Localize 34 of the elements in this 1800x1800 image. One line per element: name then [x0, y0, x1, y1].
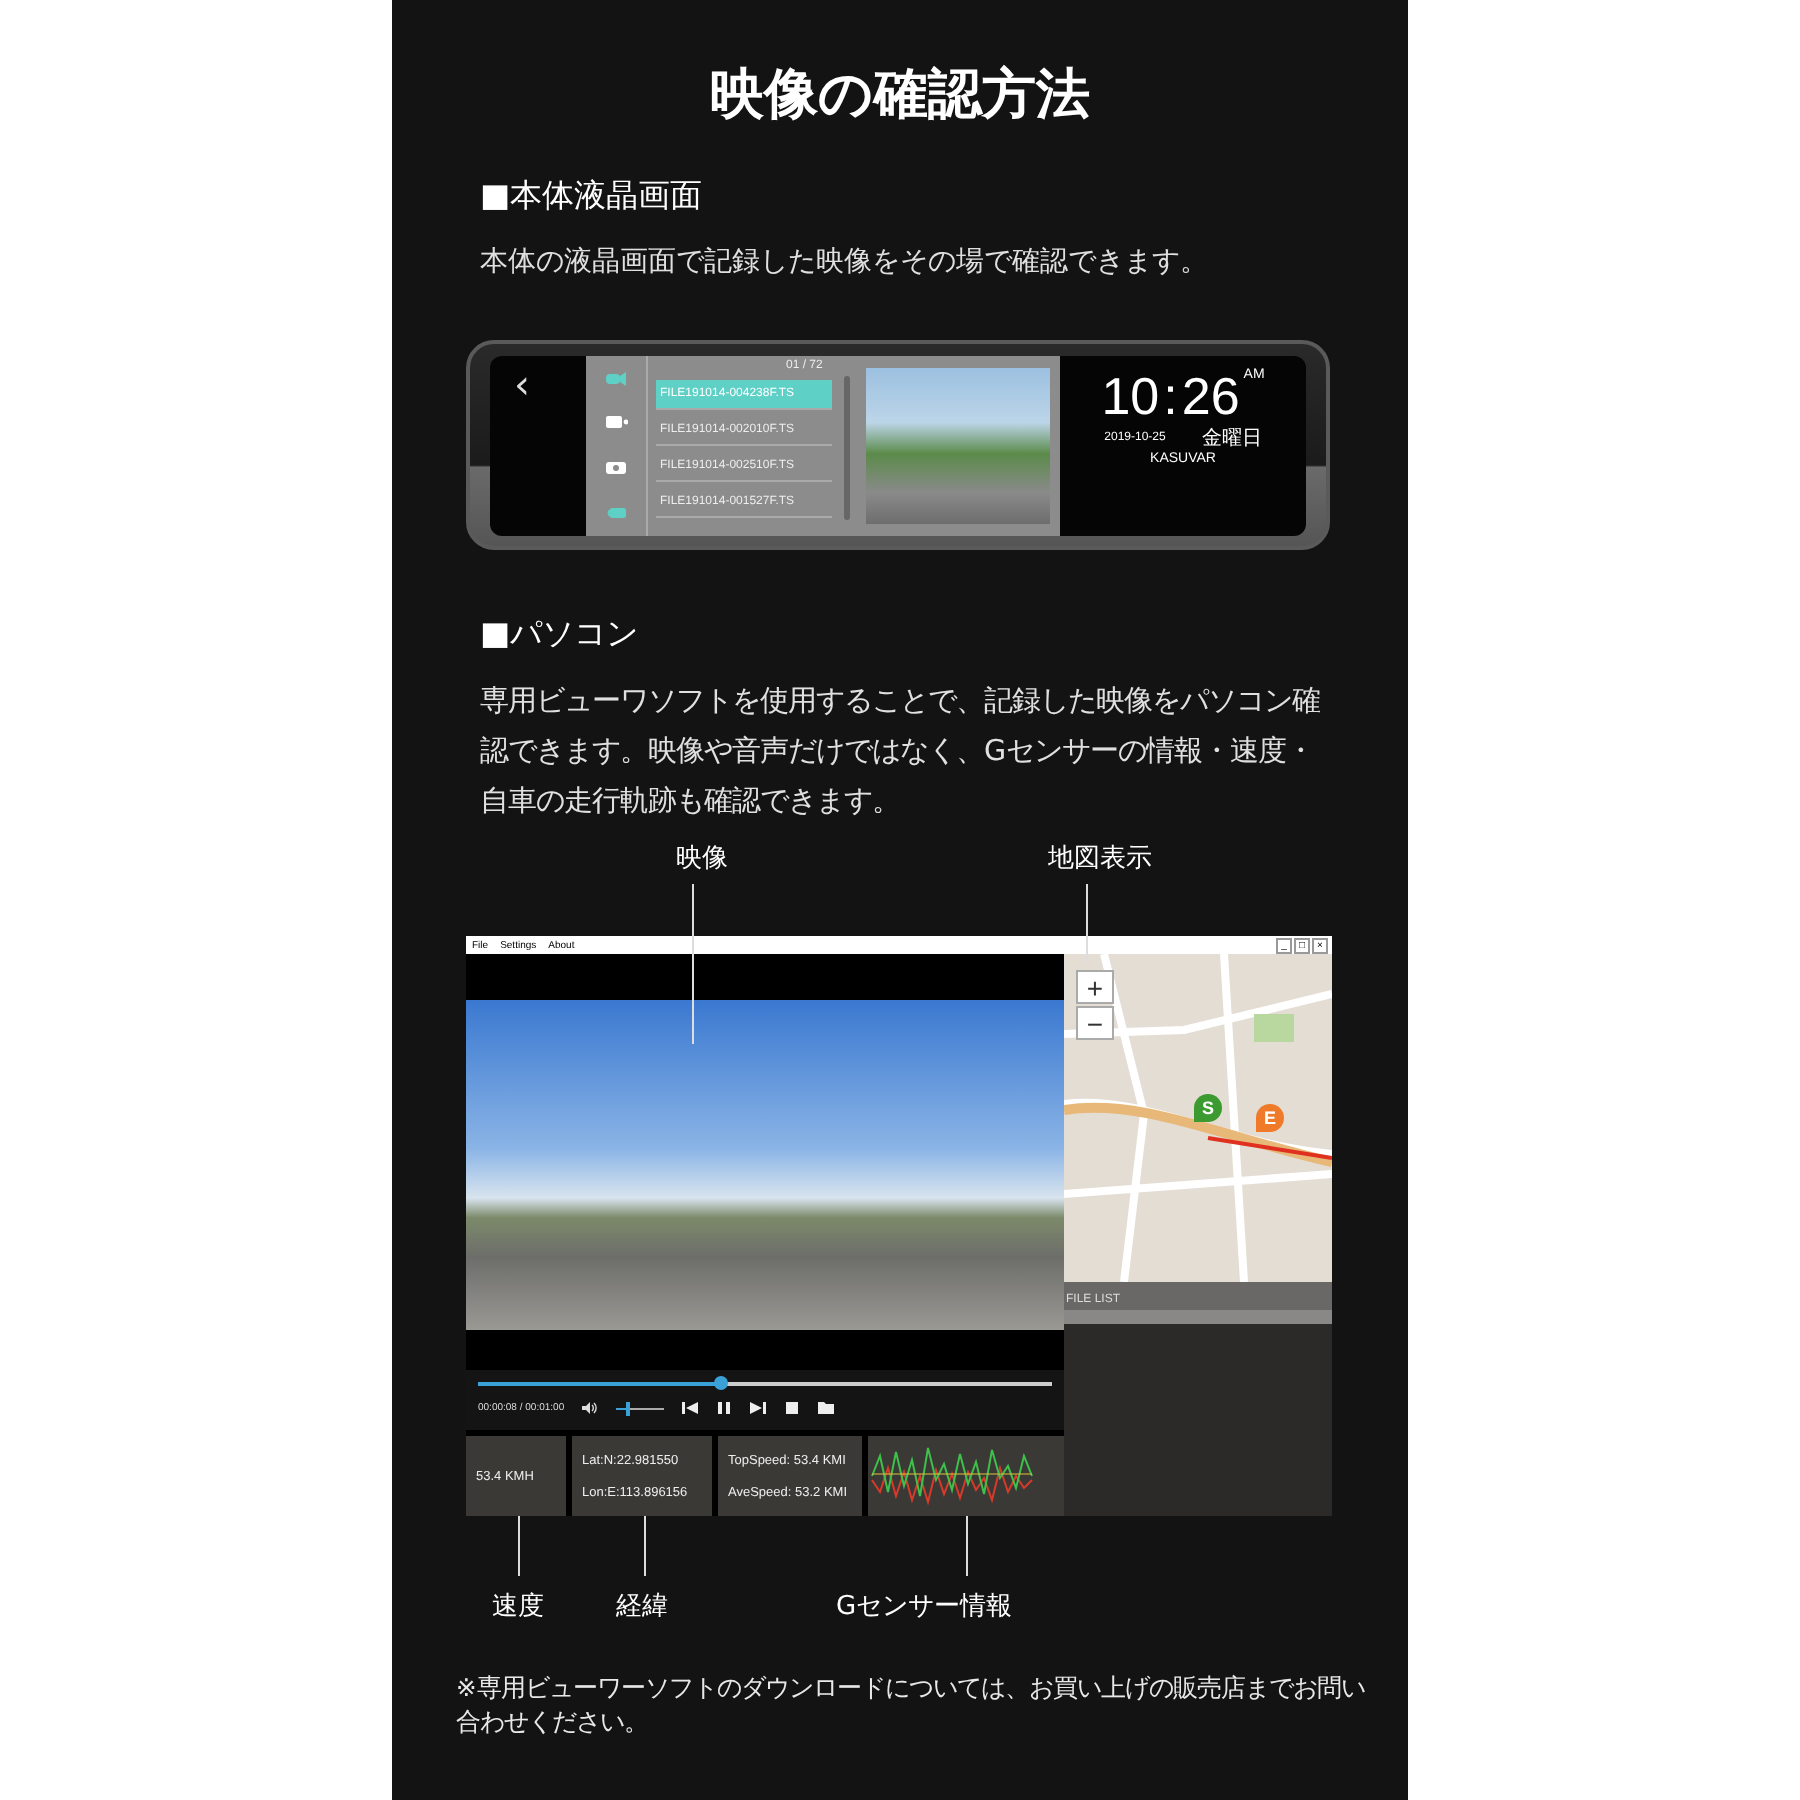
leader-line — [966, 1516, 968, 1576]
section-heading: ■本体液晶画面 — [480, 176, 703, 216]
seek-handle[interactable] — [713, 1376, 728, 1391]
section-text: 専用ビューワソフトを使用することで、記録した映像をパソコン確認できます。映像や音声だけではなく、Gセンサーの情報・速度・自車の走行軌跡も確認できます。 — [480, 684, 1322, 822]
leader-line — [518, 1516, 520, 1576]
back-button[interactable]: ‹ — [490, 355, 586, 535]
callout-label: Gセンサー情報 — [836, 1590, 1013, 1624]
clock-hour: 10 — [1101, 367, 1160, 423]
zoom-out-button[interactable]: − — [1076, 1006, 1114, 1040]
page-title: 映像の確認方法 — [710, 62, 1090, 130]
volume-icon[interactable] — [582, 1400, 599, 1417]
skip-forward-icon[interactable] — [750, 1400, 767, 1417]
section-heading: ■パソコン — [480, 614, 639, 654]
footnote: ※専用ビューワーソフトのダウンロードについては、お買い上げの販売店までお問い合わせください。 — [456, 1672, 1367, 1740]
leader-line — [644, 1516, 646, 1576]
clock-separator: : — [1163, 367, 1178, 423]
volume-handle[interactable] — [625, 1401, 630, 1416]
photo-icon[interactable] — [604, 459, 628, 476]
callout-label: 地図表示 — [1048, 842, 1152, 876]
folder-icon[interactable] — [818, 1400, 835, 1417]
callout-label: 経緯 — [616, 1590, 668, 1624]
callout-label: 速度 — [492, 1590, 544, 1624]
clock-weekday: 金曜日 — [1201, 425, 1262, 451]
skip-back-icon[interactable] — [682, 1400, 699, 1417]
section-text: 本体の液晶画面で記録した映像をその場で確認できます。 — [480, 244, 1208, 280]
stop-icon[interactable] — [784, 1400, 801, 1417]
zoom-in-button[interactable]: + — [1076, 970, 1114, 1004]
camera-icon[interactable] — [604, 414, 628, 431]
callout-label: 映像 — [676, 842, 728, 876]
pause-icon[interactable] — [716, 1400, 733, 1417]
leader-line — [1086, 884, 1088, 964]
seek-track[interactable] — [478, 1382, 1052, 1387]
clock-minute: 26 — [1181, 367, 1240, 423]
scrollbar[interactable] — [844, 375, 850, 519]
